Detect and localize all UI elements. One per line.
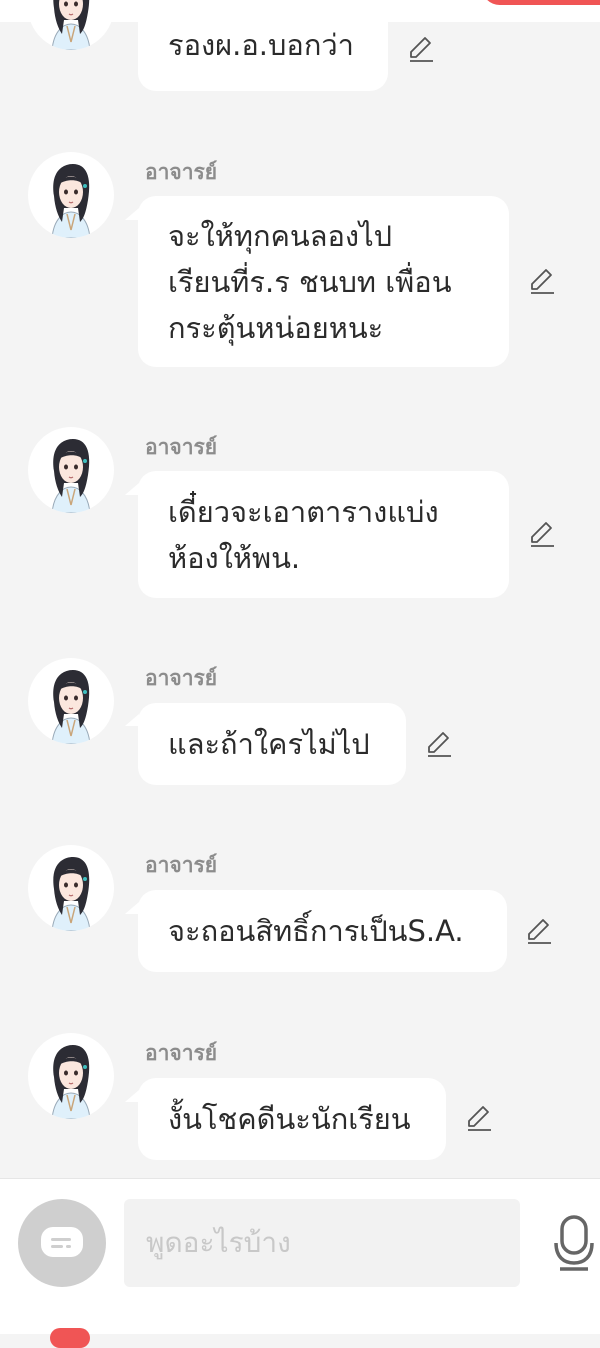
pencil-icon[interactable]: [527, 266, 557, 296]
microphone-icon[interactable]: [552, 1213, 600, 1273]
sender-name: อาจารย์: [145, 1041, 218, 1065]
message-bubble: รองผ.อ.บอกว่า: [138, 0, 388, 91]
message-text: จะให้ทุกคนลองไป เรียนที่ร.ร ชนบท เพื่อน …: [168, 218, 452, 345]
teacher-avatar[interactable]: [28, 152, 114, 238]
message-input[interactable]: พูดอะไรบ้าง: [124, 1199, 520, 1287]
sender-name: อาจารย์: [145, 160, 218, 184]
pencil-icon[interactable]: [406, 34, 436, 64]
input-bar: พูดอะไรบ้าง: [0, 1178, 600, 1308]
teacher-avatar[interactable]: [28, 845, 114, 931]
pencil-icon[interactable]: [464, 1103, 494, 1133]
teacher-avatar[interactable]: [28, 658, 114, 744]
sender-name: อาจารย์: [145, 666, 218, 690]
input-placeholder: พูดอะไรบ้าง: [146, 1226, 291, 1259]
teacher-avatar[interactable]: [28, 0, 114, 50]
message-text: รองผ.อ.บอกว่า: [168, 27, 354, 62]
message-text: งั้นโชคดีนะนักเรียน: [168, 1102, 411, 1136]
teacher-avatar[interactable]: [28, 427, 114, 513]
message-bubble: จะให้ทุกคนลองไป เรียนที่ร.ร ชนบท เพื่อน …: [138, 196, 509, 367]
message-bubble: และถ้าใครไม่ไป: [138, 703, 406, 785]
message-text: และถ้าใครไม่ไป: [168, 727, 370, 761]
bubble-tail: [125, 714, 139, 726]
chat-list[interactable]: รองผ.อ.บอกว่า อาจารย์ จะให้ทุกคนลองไป เร…: [0, 0, 600, 1178]
bubble-tail: [125, 208, 139, 220]
bottom-accent: [50, 1328, 90, 1348]
bubble-tail: [125, 1090, 139, 1102]
teacher-avatar[interactable]: [28, 1033, 114, 1119]
sender-name: อาจารย์: [145, 853, 218, 877]
message-bubble: จะถอนสิทธิ์การเป็นS.A.: [138, 890, 507, 972]
pencil-icon[interactable]: [524, 916, 554, 946]
message-text: เดี๋ยวจะเอาตารางแบ่ง ห้องให้พน.: [168, 494, 439, 575]
message-bubble: งั้นโชคดีนะนักเรียน: [138, 1078, 446, 1160]
message-bubble: เดี๋ยวจะเอาตารางแบ่ง ห้องให้พน.: [138, 471, 509, 598]
pencil-icon[interactable]: [424, 729, 454, 759]
sender-name: อาจารย์: [145, 435, 218, 459]
pencil-icon[interactable]: [527, 519, 557, 549]
chat-bubble-icon: [41, 1227, 83, 1257]
chat-toggle-button[interactable]: [18, 1199, 106, 1287]
bubble-tail: [125, 483, 139, 495]
message-text: จะถอนสิทธิ์การเป็นS.A.: [168, 914, 464, 948]
bottom-nav-edge: [0, 1306, 600, 1334]
bubble-tail: [125, 902, 139, 914]
